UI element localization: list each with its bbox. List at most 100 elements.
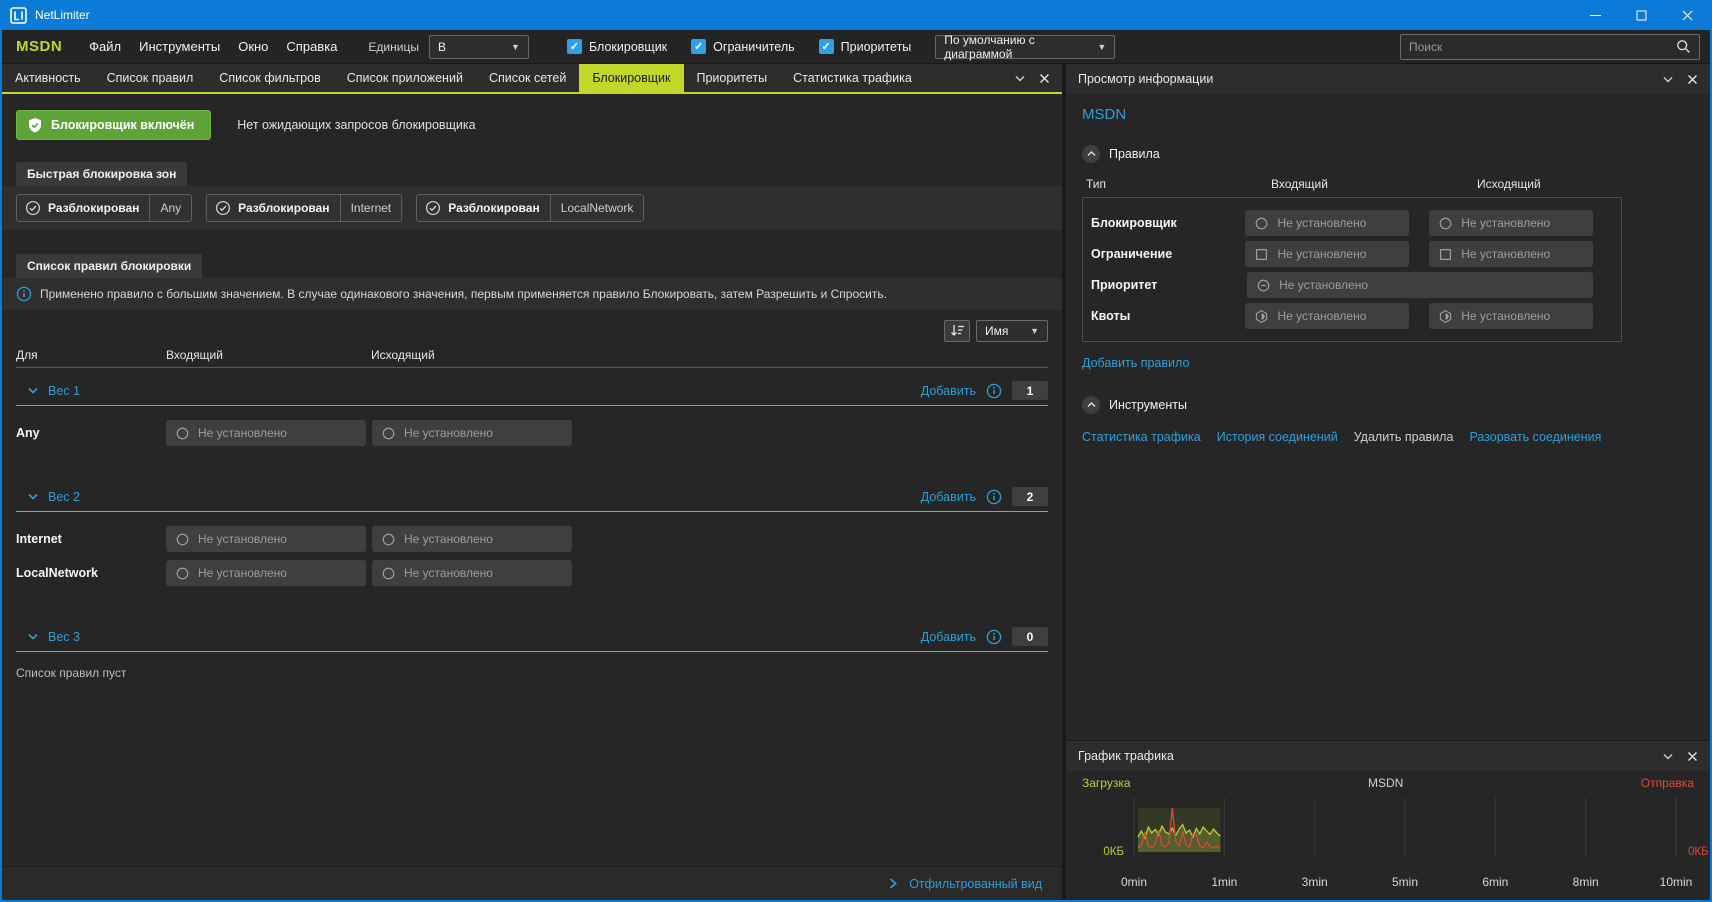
- info-panel: Просмотр информации MSDN Правила Тип Вхо…: [1066, 64, 1710, 900]
- upload-legend-label: Отправка: [1641, 776, 1694, 790]
- chart-panel-title: График трафика: [1078, 749, 1174, 763]
- blocker-enabled-button[interactable]: Блокировщик включён: [16, 110, 211, 140]
- sort-by-dropdown[interactable]: Имя ▼: [976, 320, 1048, 342]
- traffic-chart[interactable]: 0min1min3min5min6min8min10min0КБ0КБ: [1066, 790, 1710, 900]
- rule-type-label: Блокировщик: [1091, 216, 1245, 230]
- rule-not-set-button[interactable]: Не установлено: [1247, 272, 1593, 298]
- chevron-down-icon[interactable]: [28, 633, 38, 640]
- rule-not-set-button[interactable]: Не установлено: [1245, 241, 1409, 267]
- add-rule-link[interactable]: Добавить правило: [1082, 356, 1189, 370]
- tools-links: Статистика трафика История соединений Удал…: [1082, 430, 1694, 444]
- rule-not-set-button[interactable]: Не установлено: [1429, 303, 1593, 329]
- close-button[interactable]: [1664, 0, 1710, 30]
- tab-список-правил[interactable]: Список правил: [94, 64, 207, 92]
- zone-unblock-button-localnetwork[interactable]: Разблокирован LocalNetwork: [416, 194, 644, 222]
- rule-target-name: Internet: [16, 532, 166, 546]
- search-input[interactable]: [1409, 40, 1676, 54]
- pending-requests-text: Нет ожидающих запросов блокировщика: [237, 118, 475, 132]
- rule-count-badge: 0: [1012, 627, 1048, 646]
- tool-link-статистика-трафика[interactable]: Статистика трафика: [1082, 430, 1201, 444]
- checkbox-приоритеты[interactable]: ✓ Приоритеты: [819, 39, 912, 54]
- close-panel-icon[interactable]: [1687, 74, 1698, 85]
- tools-collapse-header[interactable]: Инструменты: [1082, 396, 1694, 414]
- chevron-down-icon[interactable]: [1015, 75, 1025, 82]
- weight-group-header[interactable]: Вес 2 Добавить 2: [16, 482, 1048, 512]
- rules-collapse-header[interactable]: Правила: [1082, 145, 1694, 163]
- search-box[interactable]: [1400, 34, 1700, 60]
- column-incoming: Входящий: [1271, 177, 1477, 191]
- checkbox-checked-icon: ✓: [567, 39, 582, 54]
- svg-text:1min: 1min: [1211, 875, 1237, 889]
- rule-not-set-button[interactable]: Не установлено: [372, 560, 572, 586]
- weight-group-header[interactable]: Вес 1 Добавить 1: [16, 376, 1048, 406]
- minimize-button[interactable]: [1572, 0, 1618, 30]
- add-rule-link[interactable]: Добавить: [921, 630, 976, 644]
- column-outgoing[interactable]: Исходящий: [371, 348, 1048, 362]
- rule-not-set-button[interactable]: Не установлено: [372, 420, 572, 446]
- window-controls: [1572, 0, 1710, 30]
- rules-columns-header: Для Входящий Исходящий: [16, 348, 1048, 368]
- chevron-up-icon[interactable]: [1082, 396, 1100, 414]
- maximize-button[interactable]: [1618, 0, 1664, 30]
- tool-link-история-соединений[interactable]: История соединений: [1217, 430, 1338, 444]
- menu-item-файл[interactable]: Файл: [80, 34, 130, 59]
- close-panel-icon[interactable]: [1039, 73, 1050, 84]
- tool-link-разорвать-соединения[interactable]: Разорвать соединения: [1469, 430, 1601, 444]
- add-rule-link[interactable]: Добавить: [921, 384, 976, 398]
- tab-статистика-трафика[interactable]: Статистика трафика: [780, 64, 925, 92]
- rule-not-set-button[interactable]: Не установлено: [372, 526, 572, 552]
- chevron-down-icon[interactable]: [28, 387, 38, 394]
- profile-name[interactable]: MSDN: [16, 38, 62, 55]
- chevron-down-icon[interactable]: [1663, 753, 1673, 760]
- zone-unblock-button-internet[interactable]: Разблокирован Internet: [206, 194, 402, 222]
- filtered-view-link[interactable]: Отфильтрованный вид: [909, 877, 1042, 891]
- chevron-down-icon[interactable]: [1663, 76, 1673, 83]
- chevron-up-icon[interactable]: [1082, 145, 1100, 163]
- add-rule-link[interactable]: Добавить: [921, 490, 976, 504]
- rule-not-set-button[interactable]: Не установлено: [166, 526, 366, 552]
- sort-order-button[interactable]: [944, 320, 970, 342]
- column-for[interactable]: Для: [16, 348, 166, 362]
- units-value: B: [438, 40, 446, 54]
- tab-список-приложений[interactable]: Список приложений: [334, 64, 476, 92]
- menu-item-справка[interactable]: Справка: [277, 34, 346, 59]
- empty-group-text: Список правил пуст: [16, 652, 1048, 700]
- rule-not-set-button[interactable]: Не установлено: [166, 560, 366, 586]
- rule-not-set-button[interactable]: Не установлено: [166, 420, 366, 446]
- checkbox-блокировщик[interactable]: ✓ Блокировщик: [567, 39, 667, 54]
- weight-group-label: Вес 3: [48, 630, 80, 644]
- square-icon: [1254, 247, 1269, 262]
- weight-group-header[interactable]: Вес 3 Добавить 0: [16, 622, 1048, 652]
- chevron-right-icon[interactable]: [889, 878, 897, 889]
- tab-список-сетей[interactable]: Список сетей: [476, 64, 579, 92]
- rules-info-text: Применено правило с большим значением. В…: [40, 287, 887, 301]
- rule-row: Any Не установленоНе установлено: [16, 420, 1048, 446]
- close-panel-icon[interactable]: [1687, 751, 1698, 762]
- info-rules-columns: Тип Входящий Исходящий: [1082, 177, 1694, 197]
- column-incoming[interactable]: Входящий: [166, 348, 371, 362]
- menu-item-окно[interactable]: Окно: [229, 34, 277, 59]
- column-type: Тип: [1086, 177, 1271, 191]
- chevron-down-icon[interactable]: [28, 493, 38, 500]
- tab-блокировщик[interactable]: Блокировщик: [579, 64, 683, 92]
- circle-icon: [381, 532, 396, 547]
- selected-app-name[interactable]: MSDN: [1082, 106, 1694, 123]
- rule-not-set-button[interactable]: Не установлено: [1245, 210, 1409, 236]
- menu-item-инструменты[interactable]: Инструменты: [130, 34, 229, 59]
- rule-not-set-button[interactable]: Не установлено: [1245, 303, 1409, 329]
- weight-group: Вес 1 Добавить 1 Any Не установленоНе ус…: [16, 376, 1048, 474]
- search-icon[interactable]: [1676, 39, 1691, 54]
- view-mode-dropdown[interactable]: По умолчанию с диаграммой ▼: [935, 35, 1115, 59]
- rule-not-set-button[interactable]: Не установлено: [1429, 210, 1593, 236]
- tab-приоритеты[interactable]: Приоритеты: [684, 64, 781, 92]
- circle-icon: [175, 532, 190, 547]
- zone-unblock-button-any[interactable]: Разблокирован Any: [16, 194, 192, 222]
- rule-type-label: Ограничение: [1091, 247, 1245, 261]
- tab-активность[interactable]: Активность: [2, 64, 94, 92]
- tab-список-фильтров[interactable]: Список фильтров: [206, 64, 333, 92]
- units-dropdown[interactable]: B ▼: [429, 35, 529, 59]
- checkbox-ограничитель[interactable]: ✓ Ограничитель: [691, 39, 795, 54]
- rule-not-set-button[interactable]: Не установлено: [1429, 241, 1593, 267]
- svg-text:0КБ: 0КБ: [1103, 846, 1124, 858]
- tool-link-удалить-правила[interactable]: Удалить правила: [1354, 430, 1454, 444]
